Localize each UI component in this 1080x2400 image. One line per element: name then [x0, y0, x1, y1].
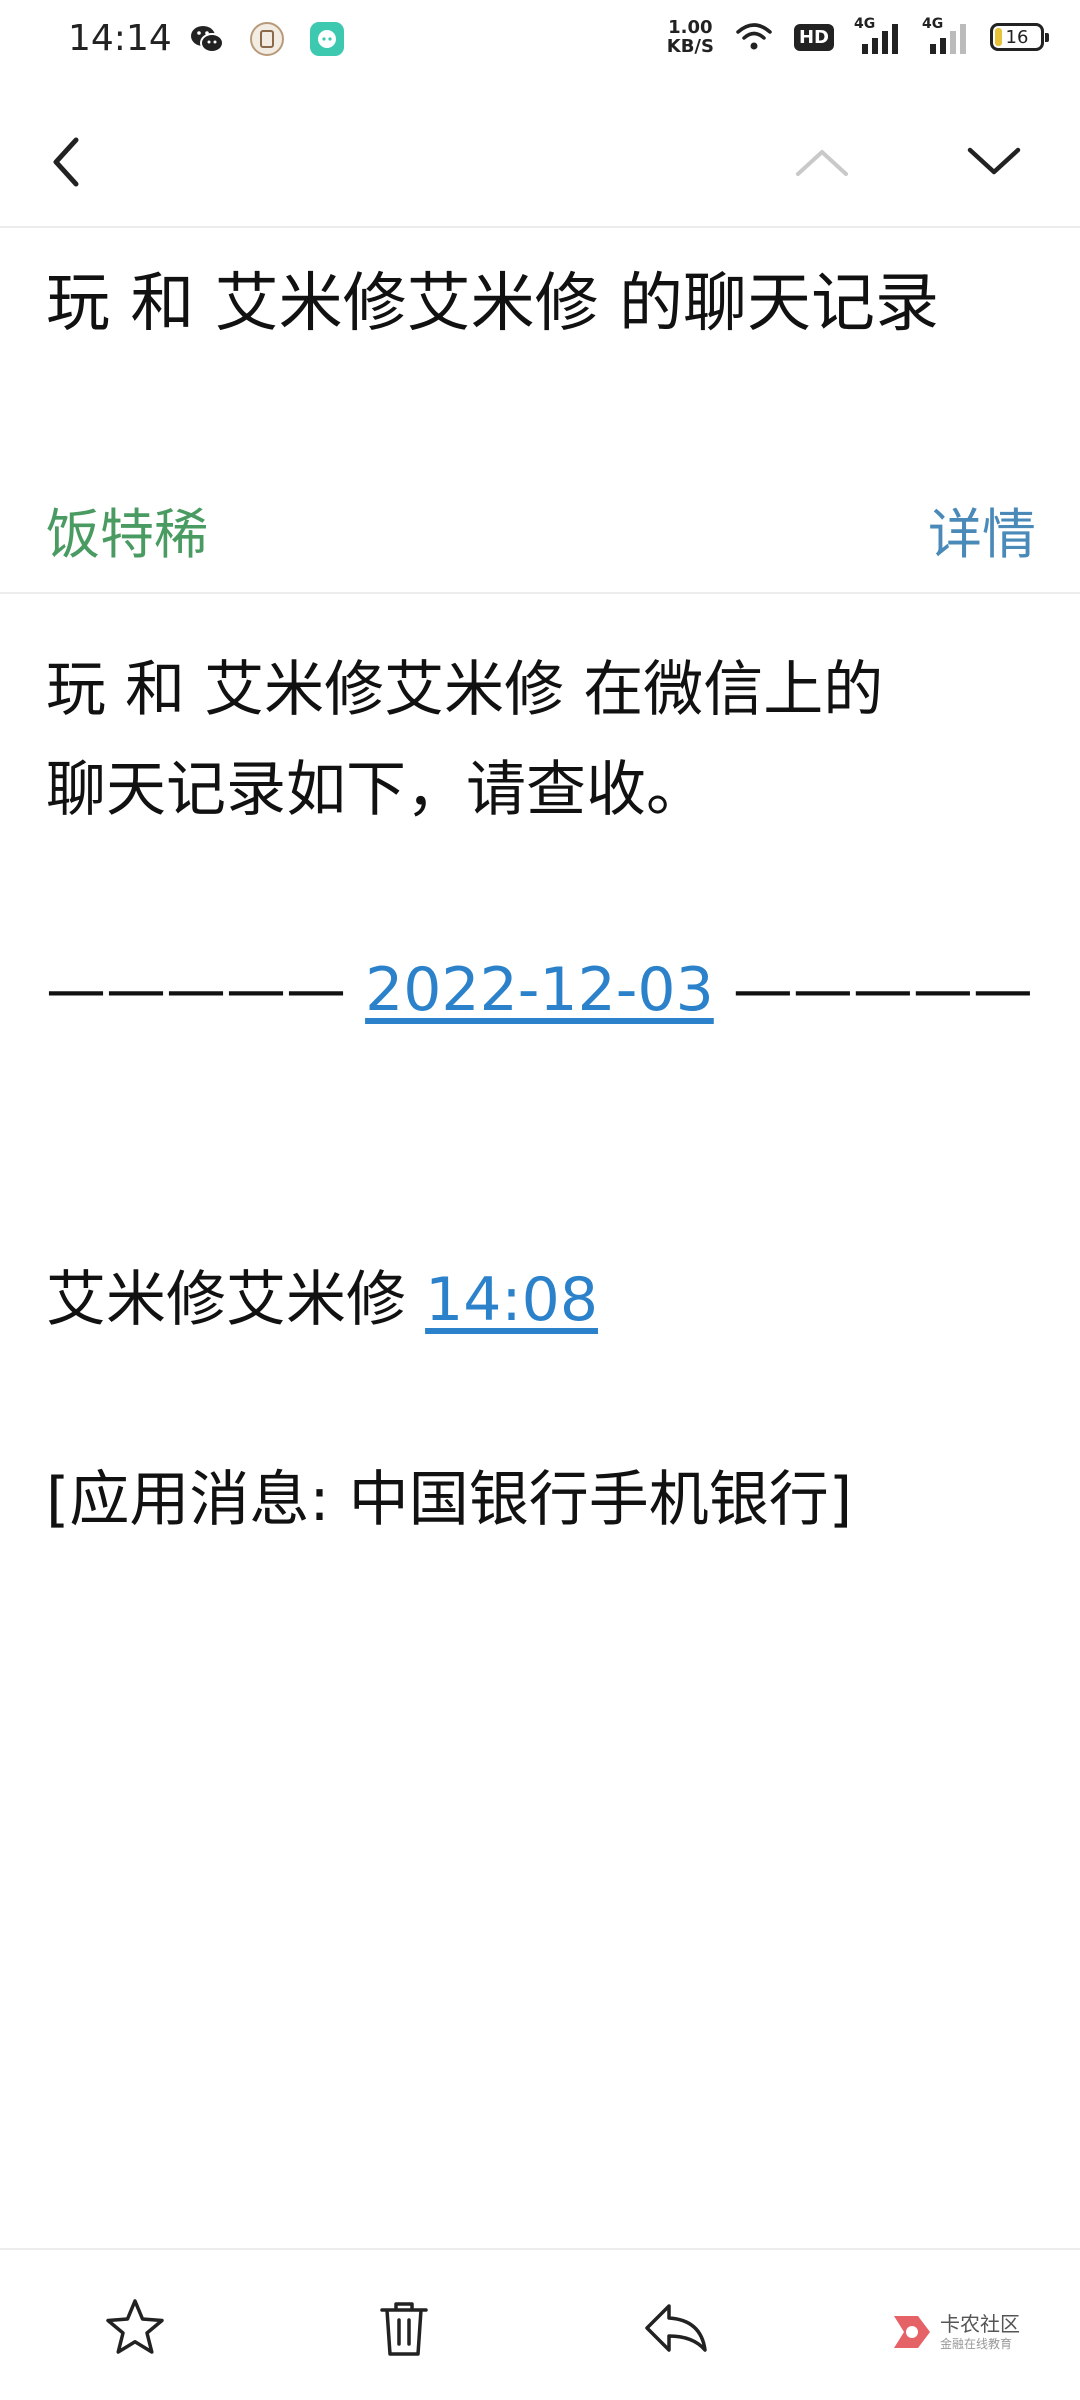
watermark-subtitle: 金融在线教育: [940, 2336, 1013, 2351]
star-icon: [106, 2299, 164, 2354]
message-header: 艾米修艾米修 14:08: [46, 1250, 1046, 1350]
body-intro-line-1: 玩 和 艾米修艾米修 在微信上的: [46, 655, 884, 725]
chevron-up-icon: [796, 150, 848, 176]
message-content: [应用消息: 中国银行手机银行]: [46, 1465, 853, 1535]
battery-level: 16: [1005, 26, 1029, 48]
back-button[interactable]: [26, 122, 106, 202]
next-email-button[interactable]: [954, 122, 1034, 202]
email-view-screen: 14:14 1.00 KB/S HD 4G 4G 16 玩 和 艾米修艾米修 的…: [0, 0, 1080, 2400]
signal-2-label: 4G: [922, 16, 944, 32]
status-bar: 14:14 1.00 KB/S HD 4G 4G 16: [0, 0, 1080, 80]
battery-indicator: 16: [990, 23, 1049, 51]
hd-badge: HD: [793, 23, 834, 51]
signal-strength-1: 4G: [854, 16, 902, 56]
watermark-logo-icon: [894, 2316, 930, 2348]
date-separator: ————— 2022-12-03 —————: [46, 940, 1046, 1040]
status-time: 14:14: [68, 18, 172, 59]
message-time-link[interactable]: 14:08: [425, 1265, 598, 1335]
message-sender: 艾米修艾米修: [46, 1265, 406, 1335]
date-link[interactable]: 2022-12-03: [365, 955, 714, 1025]
email-body: 玩 和 艾米修艾米修 在微信上的 聊天记录如下，请查收。 ————— 2022-…: [46, 640, 1046, 1550]
wifi-icon: [736, 23, 772, 50]
chat-app-icon: [310, 22, 344, 56]
top-nav-bar: [0, 100, 1080, 228]
trash-icon: [380, 2302, 428, 2356]
details-link[interactable]: 详情: [928, 490, 1036, 569]
star-button[interactable]: [95, 2288, 175, 2368]
reply-button[interactable]: [636, 2288, 716, 2368]
sender-name[interactable]: 饭特稀: [46, 490, 208, 569]
network-speed: 1.00 KB/S: [667, 18, 714, 56]
watermark-text: 卡农社区 金融在线教育: [940, 2313, 1020, 2352]
app-icon: [250, 22, 284, 56]
notification-icons: [188, 20, 346, 58]
previous-email-button[interactable]: [782, 122, 862, 202]
delete-button[interactable]: [364, 2288, 444, 2368]
chevron-down-icon: [967, 147, 1021, 175]
body-intro-line-2: 聊天记录如下，请查收。: [46, 755, 706, 825]
watermark-title: 卡农社区: [940, 2311, 1020, 2336]
network-speed-value: 1.00: [668, 17, 713, 38]
watermark: 卡农社区 金融在线教育: [890, 2310, 1020, 2354]
network-speed-unit: KB/S: [666, 36, 714, 57]
signal-strength-2: 4G: [922, 16, 970, 56]
signal-1-label: 4G: [854, 16, 876, 32]
header-divider: [0, 592, 1080, 594]
sender-row: 饭特稀 详情: [46, 490, 1036, 566]
reply-icon: [645, 2304, 707, 2352]
status-indicators: 1.00 KB/S HD 4G 4G 16: [667, 16, 1049, 56]
bottom-action-bar: 卡农社区 金融在线教育: [0, 2248, 1080, 2400]
date-dashes-left: —————: [46, 955, 346, 1025]
chevron-left-icon: [53, 137, 79, 187]
date-dashes-right: —————: [732, 955, 1033, 1025]
wechat-icon: [191, 26, 224, 53]
email-subject: 玩 和 艾米修艾米修 的聊天记录: [46, 267, 940, 341]
